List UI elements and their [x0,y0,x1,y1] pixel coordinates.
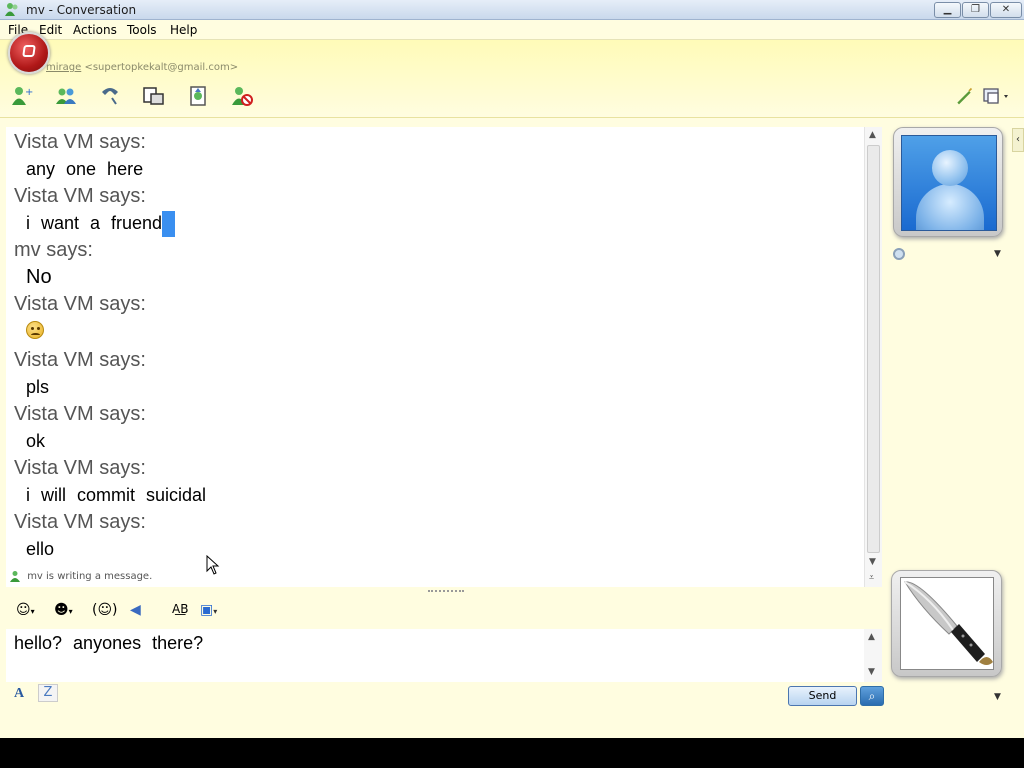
activities-icon[interactable] [186,84,210,108]
invite-contact-icon[interactable]: + [10,84,34,108]
message-text-content: i want a fruend [26,213,163,233]
block-contact-icon[interactable] [230,84,254,108]
sad-emoticon-icon [26,321,44,340]
conversation-header: mirage <supertopkekalt@gmail.com> + [0,32,1024,118]
input-scroll-down-icon[interactable]: ▼ [868,667,875,677]
search-icon[interactable]: ⌕ [860,686,884,706]
message-input[interactable]: hello? anyones there? [6,629,864,682]
menu-bar: File Edit Actions Tools Help [0,20,1024,40]
handwriting-icon[interactable]: Z [38,684,58,702]
input-scrollbar[interactable]: ▲ ▼ [864,629,882,682]
menu-help[interactable]: Help [170,23,197,37]
contact-info: mirage <supertopkekalt@gmail.com> [46,62,238,73]
emoticon-icon[interactable]: ☺▾ [16,602,35,618]
message-text: i want a fruend [6,209,864,238]
minimize-button[interactable]: ▁ [934,2,961,18]
message-text: ok [26,431,46,452]
default-avatar-icon [901,135,997,231]
display-options-icon[interactable] [982,84,1012,108]
conversation-window: mv - Conversation ▁ ❐ ✕ File Edit Action… [0,0,1024,738]
format-toolbar: ☺▾ ☻▾ (☺) ◀ A͟B ▣▾ [6,598,882,626]
menu-tools[interactable]: Tools [127,23,157,37]
menu-actions[interactable]: Actions [73,23,117,37]
chat-scrollbar[interactable]: ▲ ▼ ⩡ [864,127,882,587]
send-button[interactable]: Send [788,686,857,706]
pen-icon[interactable] [954,84,974,108]
message-sender: Vista VM says: [14,511,146,534]
contact-email: <supertopkekalt@gmail.com> [84,62,239,73]
message-sender: Vista VM says: [14,131,146,153]
share-files-icon[interactable] [54,84,78,108]
typing-contact-icon [10,571,20,582]
typing-status: mv is writing a message. [10,570,152,582]
close-button[interactable]: ✕ [990,2,1022,18]
my-display-picture[interactable] [891,570,1002,677]
messenger-icon [5,3,18,16]
contact-name[interactable]: mirage [46,62,81,73]
message-text: any one here [26,159,144,179]
scroll-down-arrow-icon[interactable]: ▼ [869,557,876,567]
message-sender: Vista VM says: [14,457,146,480]
chat-history: Vista VM says: any one here Vista VM say… [6,127,864,587]
message-text: ello [26,539,55,560]
message-sender: Vista VM says: [14,293,146,316]
mouse-cursor-icon [206,555,220,575]
maximize-button[interactable]: ❐ [962,2,989,18]
video-call-icon[interactable] [142,84,166,108]
scroll-up-arrow-icon[interactable]: ▲ [869,130,876,140]
typing-status-text: mv is writing a message. [27,571,153,582]
webcam-icon[interactable] [893,248,905,260]
scroll-end-icon[interactable]: ⩡ [869,573,874,583]
voice-clip-icon[interactable]: ◀ [130,602,141,618]
taskbar [0,738,1024,768]
scroll-thumb[interactable] [867,145,880,553]
message-sender: Vista VM says: [14,349,146,372]
background-icon[interactable]: ▣▾ [200,602,217,618]
contact-display-picture[interactable] [893,127,1003,237]
pane-splitter[interactable] [428,590,464,594]
message-sender: mv says: [14,239,93,262]
message-sender: Vista VM says: [14,403,146,426]
title-bar[interactable]: mv - Conversation ▁ ❐ ✕ [0,0,1024,20]
message-input-text[interactable]: hello? anyones there? [14,633,203,654]
contact-picture-menu-icon[interactable]: ▼ [994,249,1001,259]
menu-edit[interactable]: Edit [39,23,62,37]
window-title: mv - Conversation [26,3,137,17]
knife-picture [900,577,994,670]
message-text: i will commit suicidal [26,485,207,506]
font-icon[interactable]: A [14,686,24,702]
my-picture-menu-icon[interactable]: ▼ [994,692,1001,702]
svg-text:+: + [25,87,33,98]
call-icon[interactable] [98,84,122,108]
spelling-icon[interactable]: A͟B [172,602,188,616]
input-scroll-up-icon[interactable]: ▲ [868,632,875,642]
wink-icon[interactable]: ☻▾ [54,602,73,618]
start-orb-icon[interactable] [8,32,50,74]
message-sender: Vista VM says: [14,185,146,207]
collapse-panel-icon[interactable]: ‹ [1012,128,1024,152]
nudge-icon[interactable]: (☺) [92,602,118,618]
message-text: pls [26,377,50,398]
message-text: No [26,266,52,289]
text-selection [162,211,176,238]
message-text [6,317,864,347]
